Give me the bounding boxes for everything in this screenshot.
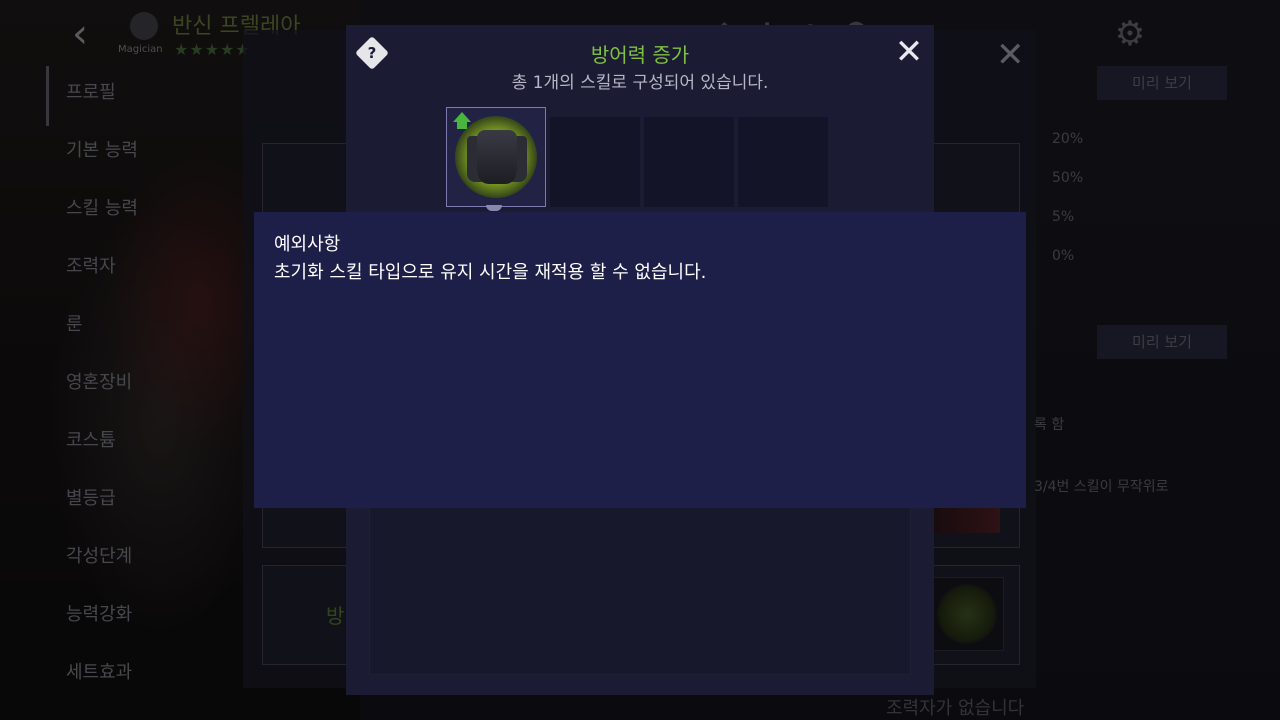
skill-slot-empty-3: [644, 117, 734, 207]
selected-slot-indicator: [486, 205, 502, 211]
dialog-title: 방어력 증가: [590, 43, 690, 67]
skill-slot-empty-2: [550, 117, 640, 207]
tooltip-title: 예외사항: [274, 234, 341, 255]
skill-slot-empty-4: [738, 117, 828, 207]
tooltip-body: 초기화 스킬 타입으로 유지 시간을 재적용 할 수 없습니다.: [274, 262, 707, 283]
skill-slot-armor[interactable]: [446, 107, 546, 207]
dialog-subtitle: 총 1개의 스킬로 구성되어 있습니다.: [511, 73, 769, 93]
close-icon[interactable]: ✕: [892, 35, 926, 69]
exception-tooltip: 예외사항 초기화 스킬 타입으로 유지 시간을 재적용 할 수 없습니다.: [254, 212, 1026, 508]
armor-icon: [477, 130, 517, 184]
skill-detail-area: [369, 505, 911, 675]
